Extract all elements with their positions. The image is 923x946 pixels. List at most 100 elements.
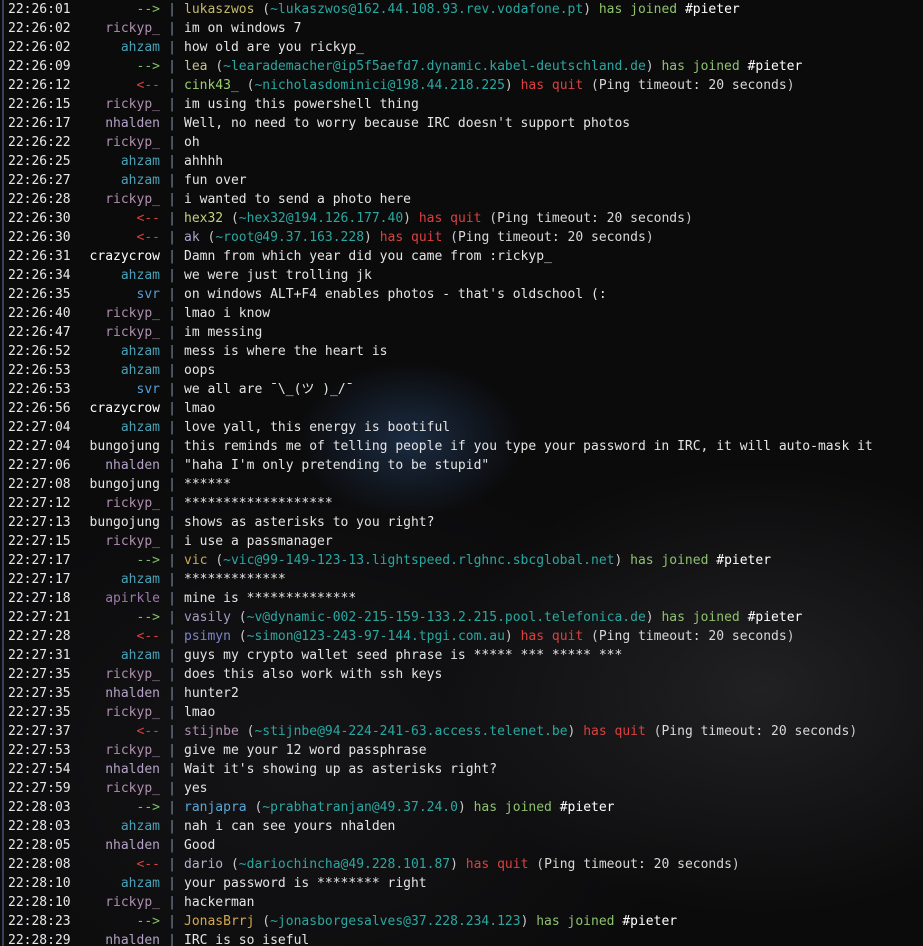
nick-label[interactable]: nhalden	[72, 760, 160, 779]
nick-label[interactable]: ahzam	[72, 418, 160, 437]
event-nick[interactable]: vic	[184, 553, 207, 568]
nick-label[interactable]: apirkle	[72, 589, 160, 608]
nick-label[interactable]: rickyp_	[72, 95, 160, 114]
quit-reason: Ping timeout: 20 seconds	[598, 78, 787, 93]
event-nick[interactable]: psimyn	[184, 629, 231, 644]
event-nick[interactable]: JonasBrrj	[184, 914, 254, 929]
quit-arrow-icon: <--	[136, 724, 160, 739]
column-separator: |	[168, 21, 176, 36]
join-arrow-icon: -->	[136, 610, 160, 625]
timestamp: 22:26:35	[8, 287, 71, 302]
nick-label[interactable]: rickyp_	[72, 304, 160, 323]
message-line: 22:26:17 nhalden | Well, no need to worry b…	[8, 114, 923, 133]
nick-label[interactable]: ahzam	[72, 152, 160, 171]
nick-label[interactable]: rickyp_	[72, 532, 160, 551]
nick-label[interactable]: rickyp_	[72, 779, 160, 798]
nick-label[interactable]: svr	[72, 285, 160, 304]
event-nick[interactable]: ranjapra	[184, 800, 247, 815]
column-separator: |	[168, 97, 176, 112]
message-line: 22:28:10 rickyp_ | hackerman	[8, 893, 923, 912]
timestamp: 22:26:28	[8, 192, 71, 207]
nick-label[interactable]: svr	[72, 380, 160, 399]
message-line: 22:26:27 ahzam | fun over	[8, 171, 923, 190]
nick-label[interactable]: crazycrow	[72, 247, 160, 266]
channel-name[interactable]: #pieter	[748, 59, 803, 74]
nick-label[interactable]: rickyp_	[72, 190, 160, 209]
message-text: ahhhh	[184, 154, 224, 169]
nick-label[interactable]: nhalden	[72, 114, 160, 133]
nick-label[interactable]: ahzam	[72, 646, 160, 665]
channel-name[interactable]: #pieter	[560, 800, 615, 815]
nick-label[interactable]: rickyp_	[72, 19, 160, 38]
nick-label[interactable]: bungojung	[72, 513, 160, 532]
nick-label[interactable]: bungojung	[72, 475, 160, 494]
event-nick[interactable]: ak	[184, 230, 200, 245]
message-text: give me your 12 word passphrase	[184, 743, 427, 758]
paren-open: (	[591, 629, 599, 644]
nick-label[interactable]: rickyp_	[72, 893, 160, 912]
message-line: 22:26:15 rickyp_ | im using this powershell…	[8, 95, 923, 114]
nick-label[interactable]: rickyp_	[72, 323, 160, 342]
nick-label[interactable]: nhalden	[72, 684, 160, 703]
paren-open: (	[591, 78, 599, 93]
join-arrow-icon: -->	[136, 553, 160, 568]
nick-label[interactable]: ahzam	[72, 38, 160, 57]
user-host: ~nicholasdominici@198.44.218.225	[254, 78, 505, 93]
nick-label[interactable]: rickyp_	[72, 494, 160, 513]
nick-label[interactable]: nhalden	[72, 836, 160, 855]
quit-text: has quit	[379, 230, 443, 245]
nick-label[interactable]: crazycrow	[72, 399, 160, 418]
message-text: how old are you rickyp_	[184, 40, 365, 55]
column-separator: |	[168, 173, 176, 188]
timestamp: 22:27:17	[8, 572, 71, 587]
nick-label[interactable]: ahzam	[72, 342, 160, 361]
message-text: *************	[184, 572, 286, 587]
column-separator: |	[168, 249, 176, 264]
event-nick[interactable]: cink43_	[184, 78, 239, 93]
nick-label[interactable]: bungojung	[72, 437, 160, 456]
paren-close: )	[364, 230, 372, 245]
event-nick[interactable]: vasily	[184, 610, 231, 625]
message-line: 22:26:56 crazycrow | lmao	[8, 399, 923, 418]
join-line: 22:26:01 --> | lukaszwos (~lukaszwos@162.44…	[8, 0, 923, 19]
nick-label[interactable]: nhalden	[72, 931, 160, 946]
join-arrow-icon: -->	[136, 914, 160, 929]
quit-arrow-icon: <--	[136, 230, 160, 245]
event-nick[interactable]: dario	[184, 857, 223, 872]
message-line: 22:26:02 ahzam | how old are you rickyp_	[8, 38, 923, 57]
timestamp: 22:27:54	[8, 762, 71, 777]
paren-open: (	[215, 59, 224, 74]
nick-label[interactable]: ahzam	[72, 817, 160, 836]
channel-name[interactable]: #pieter	[685, 2, 740, 17]
nick-label[interactable]: ahzam	[72, 171, 160, 190]
chat-log[interactable]: 22:26:01 --> | lukaszwos (~lukaszwos@162.44…	[8, 0, 923, 946]
paren-close: )	[645, 230, 654, 245]
nick-label[interactable]: rickyp_	[72, 703, 160, 722]
message-line: 22:27:13 bungojung | shows as asterisks to …	[8, 513, 923, 532]
event-nick[interactable]: stijnbe	[184, 724, 239, 739]
nick-label[interactable]: ahzam	[72, 266, 160, 285]
nick-label[interactable]: ahzam	[72, 874, 160, 893]
nick-label[interactable]: nhalden	[72, 456, 160, 475]
column-separator: |	[168, 135, 176, 150]
nick-label[interactable]: ahzam	[72, 570, 160, 589]
event-nick[interactable]: lukaszwos	[184, 2, 254, 17]
nick-label[interactable]: ahzam	[72, 361, 160, 380]
join-text: has joined	[473, 800, 552, 815]
channel-name[interactable]: #pieter	[748, 610, 803, 625]
join-arrow-icon: -->	[136, 59, 160, 74]
column-separator: |	[168, 876, 176, 891]
timestamp: 22:26:02	[8, 40, 71, 55]
channel-name[interactable]: #pieter	[716, 553, 771, 568]
timestamp: 22:27:21	[8, 610, 71, 625]
nick-label[interactable]: rickyp_	[72, 665, 160, 684]
channel-name[interactable]: #pieter	[622, 914, 677, 929]
event-nick[interactable]: lea	[184, 59, 207, 74]
nick-label[interactable]: rickyp_	[72, 741, 160, 760]
nick-label[interactable]: rickyp_	[72, 133, 160, 152]
timestamp: 22:26:53	[8, 382, 71, 397]
event-nick[interactable]: hex32	[184, 211, 223, 226]
user-host: ~dariochincha@49.228.101.87	[238, 857, 451, 872]
message-text: vasily (~v@dynamic-002-215-159-133.2.215…	[184, 608, 802, 627]
message-line: 22:26:40 rickyp_ | lmao i know	[8, 304, 923, 323]
